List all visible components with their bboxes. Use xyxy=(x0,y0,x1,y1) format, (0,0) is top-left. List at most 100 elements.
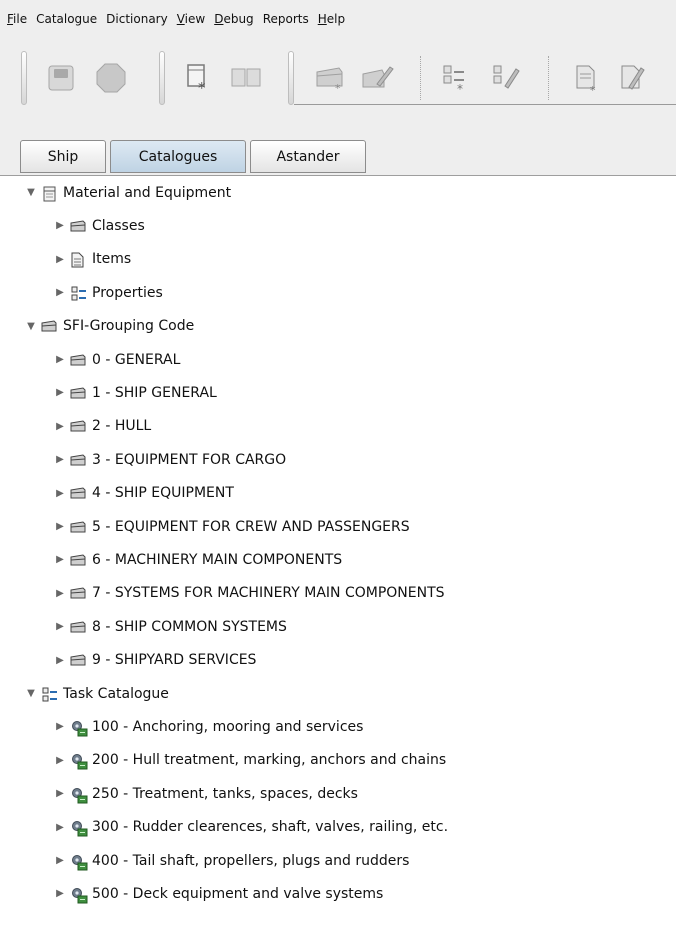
expand-toggle-icon[interactable]: ▶ xyxy=(53,554,67,565)
tree-node[interactable]: ▶ 2 - HULL xyxy=(53,410,151,443)
stop-button[interactable] xyxy=(91,58,131,98)
menu-help[interactable]: Help xyxy=(316,10,347,28)
expand-toggle-icon[interactable]: ▶ xyxy=(53,287,67,298)
tree-node[interactable]: ▶ 3 - EQUIPMENT FOR CARGO xyxy=(53,443,286,476)
expand-toggle-icon[interactable]: ▶ xyxy=(53,721,67,732)
expand-toggle-icon[interactable]: ▶ xyxy=(53,220,67,231)
new-catalogue-icon: * xyxy=(187,64,206,94)
book-button[interactable] xyxy=(226,58,266,98)
tree-node[interactable]: ▶ 4 - SHIP EQUIPMENT xyxy=(53,477,234,510)
expand-toggle-icon[interactable]: ▶ xyxy=(53,254,67,265)
menu-view[interactable]: View xyxy=(175,10,207,28)
tree-node-label: 250 - Treatment, tanks, spaces, decks xyxy=(92,785,358,802)
folder-icon: * xyxy=(316,67,343,93)
expand-toggle-icon[interactable]: ▶ xyxy=(53,421,67,432)
task-icon xyxy=(70,787,88,804)
toolbar-rule xyxy=(294,104,676,105)
tree-node[interactable]: ▶ 0 - GENERAL xyxy=(53,343,180,376)
tree-node[interactable]: ▶ 9 - SHIPYARD SERVICES xyxy=(53,644,256,677)
toolbar: * * * * xyxy=(0,38,676,118)
expand-toggle-icon[interactable]: ▶ xyxy=(53,888,67,899)
new-item-icon: * xyxy=(576,65,596,94)
menu-catalogue[interactable]: Catalogue xyxy=(34,10,99,28)
expand-toggle-icon[interactable]: ▶ xyxy=(53,822,67,833)
menu-reports[interactable]: Reports xyxy=(261,10,311,28)
menu-file[interactable]: File xyxy=(5,10,29,28)
tree-node[interactable]: ▶ Properties xyxy=(53,276,163,309)
save-button[interactable] xyxy=(41,58,81,98)
folder-icon xyxy=(70,653,87,667)
tree-node-label: Classes xyxy=(92,217,145,234)
folder-icon xyxy=(70,219,87,233)
tree-node[interactable]: ▶ Classes xyxy=(53,209,145,242)
tree-node[interactable]: ▼ SFI-Grouping Code xyxy=(24,310,194,343)
collapse-toggle-icon[interactable]: ▼ xyxy=(24,187,38,198)
tree-node[interactable]: ▶ 400 - Tail shaft, propellers, plugs and… xyxy=(53,844,409,877)
expand-toggle-icon[interactable]: ▶ xyxy=(53,354,67,365)
tree-node-label: 8 - SHIP COMMON SYSTEMS xyxy=(92,618,287,635)
expand-toggle-icon[interactable]: ▶ xyxy=(53,521,67,532)
tree-node[interactable]: ▶ 6 - MACHINERY MAIN COMPONENTS xyxy=(53,543,342,576)
tree-node[interactable]: ▶ 1 - SHIP GENERAL xyxy=(53,376,217,409)
tree-node[interactable]: ▶ 200 - Hull treatment, marking, anchors … xyxy=(53,744,446,777)
edit-folder-icon xyxy=(362,66,394,88)
tree-node[interactable]: ▶ 500 - Deck equipment and valve systems xyxy=(53,877,383,910)
expand-toggle-icon[interactable]: ▶ xyxy=(53,855,67,866)
expand-toggle-icon[interactable]: ▶ xyxy=(53,655,67,666)
tree-node[interactable]: ▶ 5 - EQUIPMENT FOR CREW AND PASSENGERS xyxy=(53,510,410,543)
toolbar-grip[interactable] xyxy=(21,51,27,105)
tab-ship[interactable]: Ship xyxy=(20,140,106,173)
tree-node[interactable]: ▶ 8 - SHIP COMMON SYSTEMS xyxy=(53,610,287,643)
menu-dictionary[interactable]: Dictionary xyxy=(104,10,170,28)
expand-toggle-icon[interactable]: ▶ xyxy=(53,454,67,465)
edit-properties-button[interactable] xyxy=(485,58,525,98)
expand-toggle-icon[interactable]: ▶ xyxy=(53,621,67,632)
properties-icon xyxy=(41,687,58,701)
toolbar-separator xyxy=(548,56,549,100)
edit-item-icon xyxy=(621,65,645,90)
tab-astander[interactable]: Astander xyxy=(250,140,366,173)
collapse-toggle-icon[interactable]: ▼ xyxy=(24,321,38,332)
tab-catalogues[interactable]: Catalogues xyxy=(110,140,246,173)
toolbar-grip[interactable] xyxy=(288,51,294,105)
collapse-toggle-icon[interactable]: ▼ xyxy=(24,688,38,699)
expand-toggle-icon[interactable]: ▶ xyxy=(53,788,67,799)
tree-node-label: 2 - HULL xyxy=(92,418,152,435)
task-icon xyxy=(70,820,88,837)
edit-folder-button[interactable] xyxy=(357,58,397,98)
edit-item-button[interactable] xyxy=(611,58,651,98)
new-properties-icon: * xyxy=(443,65,464,94)
tree-node[interactable]: ▼ Material and Equipment xyxy=(24,176,231,209)
tree-node[interactable]: ▶ 7 - SYSTEMS FOR MACHINERY MAIN COMPONEN… xyxy=(53,577,445,610)
svg-text:*: * xyxy=(457,82,463,94)
tree-node-label: 9 - SHIPYARD SERVICES xyxy=(92,652,257,669)
expand-toggle-icon[interactable]: ▶ xyxy=(53,588,67,599)
folder-button[interactable]: * xyxy=(310,58,350,98)
task-icon xyxy=(70,720,88,737)
folder-icon xyxy=(70,553,87,567)
toolbar-separator xyxy=(420,56,421,100)
folder-icon xyxy=(70,419,87,433)
new-item-button[interactable]: * xyxy=(566,58,606,98)
save-icon xyxy=(48,65,74,91)
new-properties-button[interactable]: * xyxy=(435,58,475,98)
tree-node-label: 200 - Hull treatment, marking, anchors a… xyxy=(92,752,447,769)
expand-toggle-icon[interactable]: ▶ xyxy=(53,488,67,499)
tree-node-label: 3 - EQUIPMENT FOR CARGO xyxy=(92,451,287,468)
menu-debug[interactable]: Debug xyxy=(212,10,255,28)
tree-node[interactable]: ▼ Task Catalogue xyxy=(24,677,169,710)
tree-node[interactable]: ▶ 250 - Treatment, tanks, spaces, decks xyxy=(53,777,358,810)
svg-text:*: * xyxy=(198,79,206,94)
tree-node[interactable]: ▶ Items xyxy=(53,243,131,276)
folder-icon xyxy=(70,353,87,367)
toolbar-grip[interactable] xyxy=(159,51,165,105)
expand-toggle-icon[interactable]: ▶ xyxy=(53,755,67,766)
new-catalogue-button[interactable]: * xyxy=(178,58,218,98)
tree-node-label: 1 - SHIP GENERAL xyxy=(92,384,217,401)
folder-icon xyxy=(70,453,87,467)
book-icon xyxy=(231,68,261,87)
tree-node[interactable]: ▶ 300 - Rudder clearences, shaft, valves,… xyxy=(53,811,448,844)
expand-toggle-icon[interactable]: ▶ xyxy=(53,387,67,398)
tree-node-label: 7 - SYSTEMS FOR MACHINERY MAIN COMPONENT… xyxy=(92,585,445,602)
tree-node[interactable]: ▶ 100 - Anchoring, mooring and services xyxy=(53,710,363,743)
